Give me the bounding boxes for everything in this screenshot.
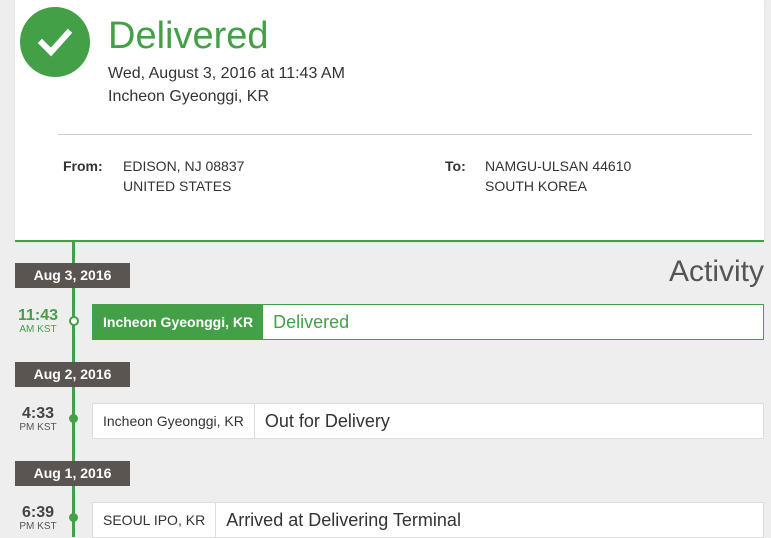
- date-chip: Aug 3, 2016: [15, 263, 130, 288]
- event-timezone: AM KST: [19, 324, 57, 335]
- event-time: 11:43 AM KST: [14, 308, 62, 336]
- event-time-value: 4:33: [21, 405, 55, 422]
- delivery-summary-card: Delivered Wed, August 3, 2016 at 11:43 A…: [15, 0, 764, 242]
- event-time-value: 11:43: [17, 307, 59, 324]
- event-location: Incheon Gyeonggi, KR: [93, 305, 264, 339]
- timeline-node: [69, 316, 79, 326]
- timeline-node: [69, 513, 78, 522]
- delivery-date: Wed, August 3, 2016 at 11:43 AM: [108, 65, 345, 82]
- from-address-line1: EDISON, NJ 08837: [123, 158, 245, 174]
- activity-row[interactable]: SEOUL IPO, KR Arrived at Delivering Term…: [92, 502, 764, 538]
- delivery-status-title: Delivered: [108, 15, 269, 57]
- divider: [58, 134, 752, 135]
- checkmark-icon: [20, 7, 90, 77]
- event-status: Delivered: [273, 311, 350, 332]
- timeline-node: [69, 414, 78, 423]
- activity-heading: Activity: [669, 255, 765, 288]
- event-status: Arrived at Delivering Terminal: [226, 509, 461, 530]
- to-label: To:: [445, 158, 466, 174]
- event-location: Incheon Gyeonggi, KR: [93, 404, 255, 438]
- from-label: From:: [63, 158, 103, 174]
- event-location: SEOUL IPO, KR: [93, 503, 217, 537]
- to-address-line1: NAMGU-ULSAN 44610: [485, 158, 632, 174]
- event-timezone: PM KST: [19, 521, 57, 532]
- activity-row[interactable]: Incheon Gyeonggi, KR Out for Delivery: [92, 403, 764, 439]
- date-chip: Aug 2, 2016: [15, 362, 130, 387]
- to-address-line2: SOUTH KOREA: [485, 178, 587, 194]
- activity-row[interactable]: Incheon Gyeonggi, KR Delivered: [92, 304, 764, 340]
- delivery-location: Incheon Gyeonggi, KR: [108, 88, 269, 105]
- event-time-value: 6:39: [21, 504, 55, 521]
- date-chip: Aug 1, 2016: [15, 461, 130, 486]
- event-time: 4:33 PM KST: [14, 406, 62, 434]
- from-address-line2: UNITED STATES: [123, 178, 232, 194]
- event-status: Out for Delivery: [264, 410, 390, 431]
- event-timezone: PM KST: [19, 422, 57, 433]
- event-time: 6:39 PM KST: [14, 505, 62, 533]
